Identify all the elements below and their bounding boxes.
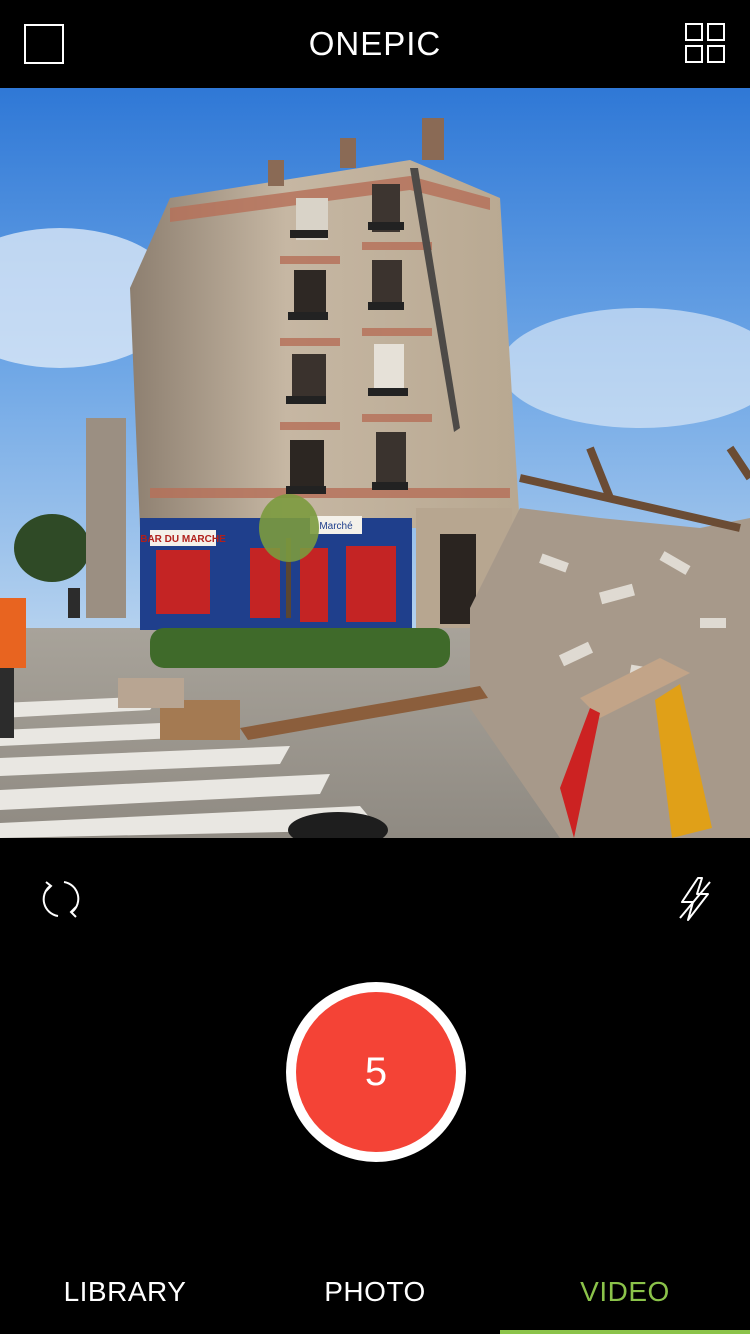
tab-video[interactable]: VIDEO — [500, 1276, 750, 1308]
preview-scene: BAR DU MARCHE Marché — [0, 88, 750, 838]
rotate-camera-icon[interactable] — [38, 876, 84, 922]
firefighter-legs — [0, 668, 14, 738]
top-bar: ONEPIC — [0, 0, 750, 88]
firefighter — [0, 598, 26, 668]
shop-sign-text: BAR DU MARCHE — [140, 534, 226, 545]
camera-screen: ONEPIC BAR DU MARCHE Marché 5 LIBRARY PH… — [0, 0, 750, 1334]
chimney — [268, 160, 284, 186]
hedge — [150, 628, 450, 668]
camera-preview[interactable]: BAR DU MARCHE Marché — [0, 88, 750, 838]
person-distant — [68, 588, 80, 618]
debris-block — [118, 678, 184, 708]
grid-icon[interactable] — [684, 22, 728, 66]
tree — [259, 494, 319, 562]
shutter-button[interactable]: 5 — [286, 982, 466, 1162]
active-tab-indicator — [500, 1330, 750, 1334]
shop-sign-2-text: Marché — [319, 521, 353, 532]
app-title: ONEPIC — [308, 25, 442, 62]
chimney — [422, 118, 444, 160]
shutter-countdown: 5 — [296, 992, 456, 1152]
tab-library[interactable]: LIBRARY — [0, 1276, 250, 1308]
tab-photo[interactable]: PHOTO — [250, 1276, 500, 1308]
mode-tabs: LIBRARY PHOTO VIDEO — [0, 1250, 750, 1334]
tree — [14, 514, 90, 582]
flash-off-icon[interactable] — [676, 876, 714, 922]
chimney — [340, 138, 356, 168]
side-building — [86, 418, 126, 618]
